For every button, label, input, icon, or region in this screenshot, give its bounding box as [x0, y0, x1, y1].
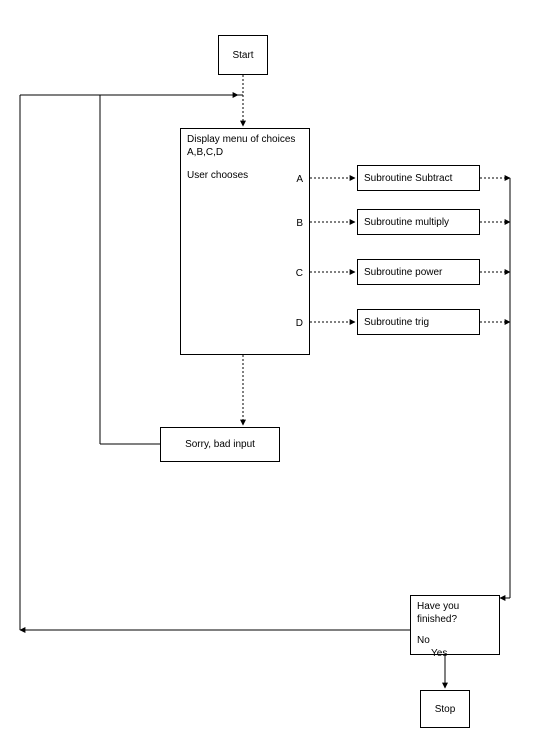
finished-yes-label: Yes	[431, 647, 493, 660]
menu-prompt: User chooses	[187, 169, 303, 182]
finished-node: Have you finished? No Yes	[410, 595, 500, 655]
subroutine-power: Subroutine power	[357, 259, 480, 285]
bad-input-node: Sorry, bad input	[160, 427, 280, 462]
menu-option-a: A	[296, 173, 303, 186]
start-label: Start	[232, 49, 253, 62]
finished-no-label: No	[417, 634, 493, 647]
stop-node: Stop	[420, 690, 470, 728]
subroutine-trig: Subroutine trig	[357, 309, 480, 335]
subroutine-subtract: Subroutine Subtract	[357, 165, 480, 191]
menu-node: Display menu of choices A,B,C,D User cho…	[180, 128, 310, 355]
menu-option-d: D	[296, 317, 303, 330]
menu-line2: A,B,C,D	[187, 146, 303, 159]
sub-a-label: Subroutine Subtract	[364, 172, 452, 185]
menu-line1: Display menu of choices	[187, 133, 303, 146]
stop-label: Stop	[435, 703, 456, 716]
sub-b-label: Subroutine multiply	[364, 216, 449, 229]
sub-c-label: Subroutine power	[364, 266, 442, 279]
flowchart-canvas: Start Display menu of choices A,B,C,D Us…	[0, 0, 536, 739]
sub-d-label: Subroutine trig	[364, 316, 429, 329]
menu-option-b: B	[296, 217, 303, 230]
finished-question: Have you finished?	[417, 600, 493, 626]
subroutine-multiply: Subroutine multiply	[357, 209, 480, 235]
start-node: Start	[218, 35, 268, 75]
bad-input-label: Sorry, bad input	[185, 438, 255, 451]
menu-option-c: C	[296, 267, 303, 280]
